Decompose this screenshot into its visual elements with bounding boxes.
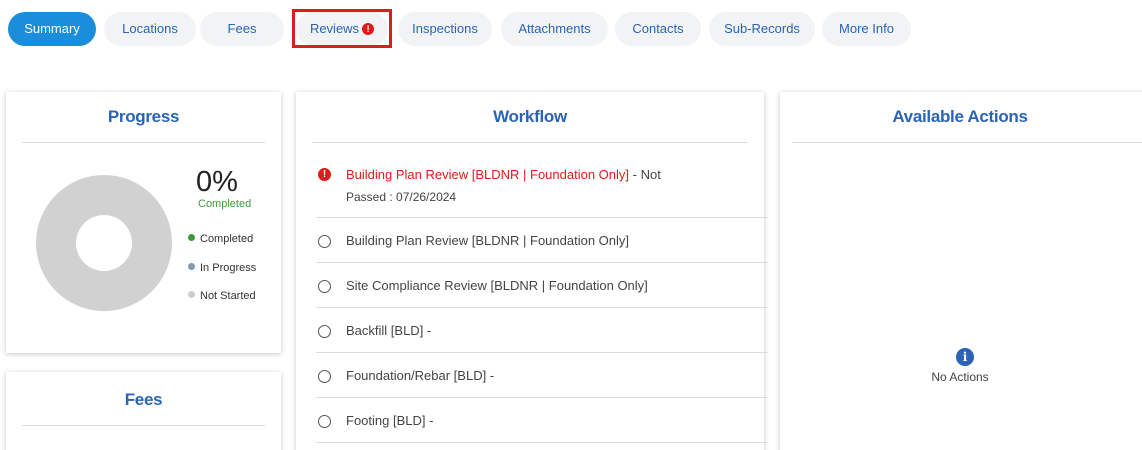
tab-label: Contacts: [632, 21, 684, 36]
info-icon: i: [956, 348, 974, 366]
progress-title: Progress: [107, 107, 180, 126]
legend-not-started: Not Started: [188, 290, 256, 302]
divider: [312, 142, 748, 143]
tab-label: Reviews: [309, 21, 360, 36]
progress-percent-label: Completed: [198, 198, 252, 210]
tab-label: Inspections: [412, 21, 478, 36]
legend-dot-icon: [188, 291, 195, 298]
tab-summary[interactable]: Summary: [8, 12, 96, 46]
tab-label: Fees: [227, 21, 257, 36]
circle-outline-icon: [318, 415, 331, 428]
legend-completed: Completed: [188, 233, 253, 245]
tab-locations[interactable]: Locations: [104, 12, 196, 46]
legend-dot-icon: [188, 263, 195, 270]
available-actions-title: Available Actions: [892, 107, 1028, 126]
tab-label: Locations: [122, 21, 178, 36]
workflow-item[interactable]: Backfill [BLD] -: [316, 308, 768, 353]
legend-label: Not Started: [200, 290, 256, 302]
no-actions-text: No Actions: [931, 370, 989, 384]
divider: [22, 142, 265, 143]
workflow-item[interactable]: Foundation/Rebar [BLD] -: [316, 353, 768, 398]
legend-label: Completed: [200, 233, 254, 245]
tab-label: Summary: [24, 21, 80, 36]
tab-fees[interactable]: Fees: [200, 12, 284, 46]
divider: [792, 142, 1142, 143]
workflow-item-status-date: Passed : 07/26/2024: [346, 190, 457, 204]
workflow-item-name: Site Compliance Review [BLDNR | Foundati…: [346, 278, 648, 293]
workflow-item-name: Footing [BLD] -: [346, 413, 434, 428]
fees-title: Fees: [124, 390, 163, 409]
tab-contacts[interactable]: Contacts: [615, 12, 701, 46]
circle-outline-icon: [318, 280, 331, 293]
workflow-item-name: Building Plan Review [BLDNR | Foundation…: [346, 167, 630, 182]
error-icon: !: [318, 168, 331, 181]
tab-inspections[interactable]: Inspections: [398, 12, 492, 46]
workflow-item[interactable]: Site Compliance Review [BLDNR | Foundati…: [316, 263, 768, 308]
tab-reviews[interactable]: Reviews!: [296, 12, 388, 46]
workflow-item-name: Building Plan Review [BLDNR | Foundation…: [346, 233, 630, 248]
divider: [22, 425, 265, 426]
legend-in-progress: In Progress: [188, 262, 256, 274]
tab-label: Sub-Records: [724, 21, 800, 36]
workflow-item-name: Backfill [BLD] -: [346, 323, 432, 338]
tab-more-info[interactable]: More Info: [822, 12, 911, 46]
circle-outline-icon: [318, 370, 331, 383]
tab-sub-records[interactable]: Sub-Records: [709, 12, 815, 46]
progress-card: Progress 0% Completed Completed In Progr…: [6, 92, 281, 353]
workflow-item[interactable]: Footing [BLD] -: [316, 398, 768, 443]
available-actions-card: Available Actions i No Actions: [780, 92, 1142, 450]
workflow-item-status: - Not: [629, 167, 661, 182]
progress-percent: 0%: [196, 166, 238, 198]
workflow-item-name: Foundation/Rebar [BLD] -: [346, 368, 495, 383]
legend-dot-icon: [188, 234, 195, 241]
circle-outline-icon: [318, 235, 331, 248]
tab-label: Attachments: [518, 21, 591, 36]
circle-outline-icon: [318, 325, 331, 338]
legend-label: In Progress: [200, 262, 257, 274]
alert-icon: !: [362, 23, 375, 35]
workflow-item[interactable]: Building Plan Review [BLDNR | Foundation…: [316, 218, 768, 263]
workflow-card: Workflow ! Building Plan Review [BLDNR |…: [296, 92, 768, 450]
tab-attachments[interactable]: Attachments: [501, 12, 608, 46]
tab-label: More Info: [839, 21, 894, 36]
workflow-title: Workflow: [493, 107, 567, 126]
workflow-item-text: Building Plan Review [BLDNR | Foundation…: [346, 167, 661, 182]
workflow-item[interactable]: ! Building Plan Review [BLDNR | Foundati…: [316, 154, 768, 218]
progress-donut-chart: [36, 175, 172, 311]
fees-card: Fees: [6, 372, 281, 450]
